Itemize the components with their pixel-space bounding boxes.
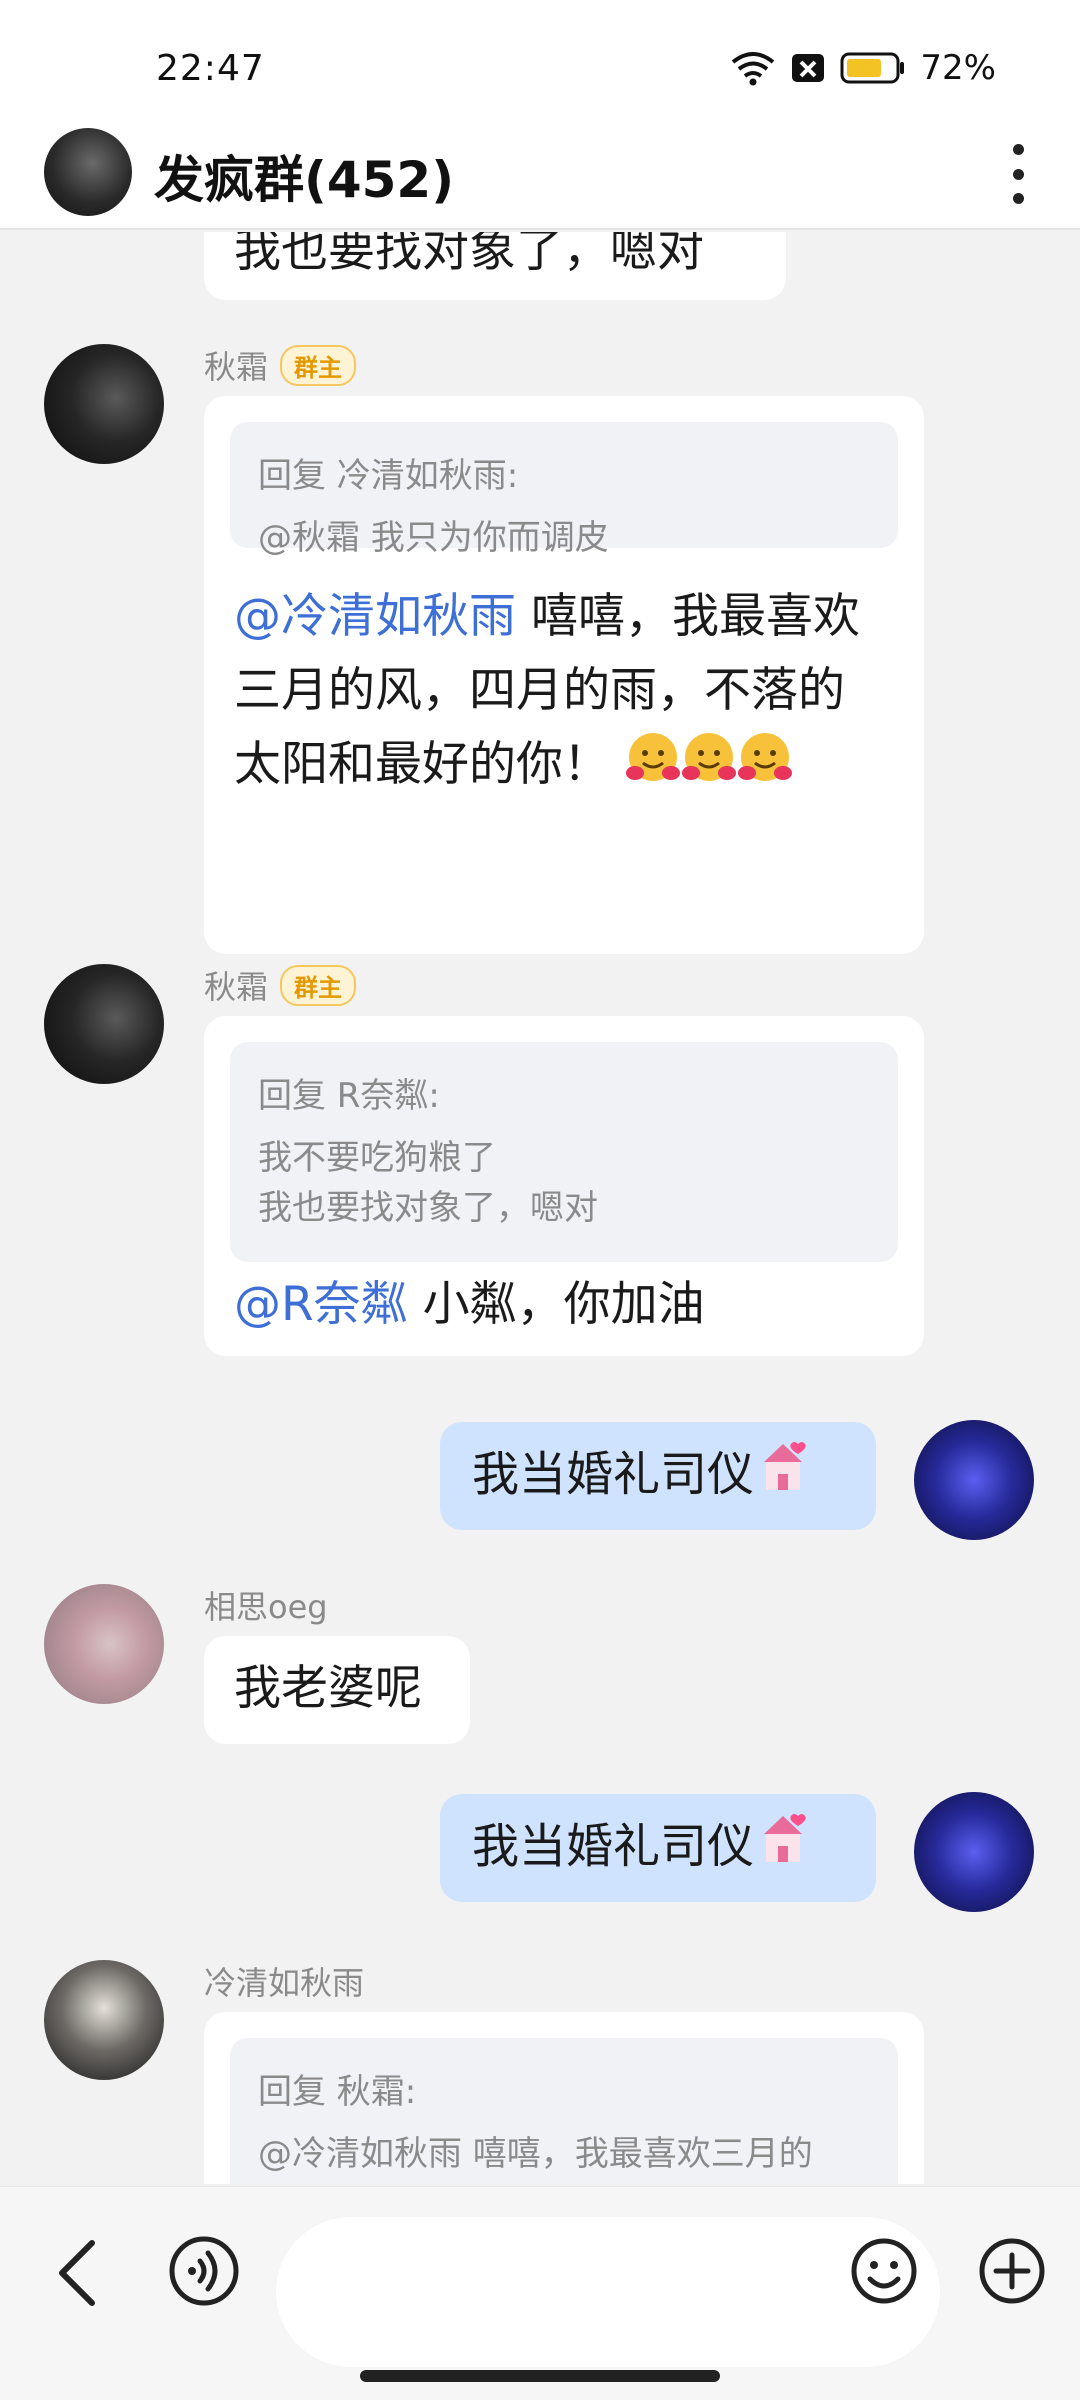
more-vertical-icon[interactable] (988, 138, 1048, 210)
message-bubble[interactable]: 我也要找对象了，嗯对 (204, 232, 786, 300)
chat-header: 发疯群(452) (0, 118, 1080, 230)
owner-badge: 群主 (280, 344, 357, 386)
status-icons: 72% (730, 48, 996, 88)
message-body: 小粼，你加油 (407, 1277, 705, 1332)
status-bar: 22:47 72% (0, 0, 1080, 118)
avatar[interactable] (914, 1792, 1034, 1912)
mention-link[interactable]: @R奈粼 (234, 1277, 408, 1332)
message-input[interactable] (276, 2217, 940, 2367)
message-text: @R奈粼 小粼，你加油 (234, 1268, 884, 1342)
message-bubble[interactable]: 回复 冷清如秋雨: @秋霜 我只为你而调皮 @冷清如秋雨 嘻嘻，我最喜欢三月的风… (204, 396, 924, 954)
plus-circle-icon[interactable] (976, 2235, 1048, 2311)
owner-badge: 群主 (280, 964, 357, 1006)
sender-name: 秋霜 群主 (204, 962, 357, 1008)
hugging-face-emoji (625, 729, 681, 807)
mention-link[interactable]: @冷清如秋雨 (234, 589, 516, 644)
battery-icon (840, 51, 906, 85)
message-text: 我老婆呢 (234, 1661, 422, 1716)
message-body: 我当婚礼司仪 (472, 1819, 754, 1875)
sender-label: 秋霜 (204, 348, 269, 386)
hugging-face-emoji (737, 729, 793, 807)
avatar[interactable] (44, 964, 164, 1084)
sender-name: 冷清如秋雨 (204, 1958, 364, 2004)
wedding-chapel-emoji (754, 1810, 812, 1890)
reply-quote-text: @秋霜 我只为你而调皮 (258, 518, 609, 558)
sender-name: 相思oeg (204, 1582, 328, 1628)
chat-messages[interactable]: 我也要找对象了，嗯对 秋霜 群主 回复 冷清如秋雨: @秋霜 我只为你而调皮 @… (0, 232, 1080, 2184)
group-avatar[interactable] (44, 128, 132, 216)
my-message-bubble[interactable]: 我当婚礼司仪 (440, 1422, 876, 1530)
smiley-icon[interactable] (848, 2235, 920, 2311)
chevron-left-icon[interactable] (48, 2233, 108, 2317)
message-bubble[interactable]: 回复 秋霜: @冷清如秋雨 嘻嘻，我最喜欢三月的 (204, 2012, 924, 2184)
status-time: 22:47 (156, 48, 265, 89)
sender-label: 冷清如秋雨 (204, 1964, 365, 2002)
avatar[interactable] (44, 344, 164, 464)
home-indicator[interactable] (360, 2370, 720, 2382)
message-body: 我当婚礼司仪 (472, 1447, 754, 1503)
message-text: 我当婚礼司仪 (472, 1438, 812, 1518)
my-message-bubble[interactable]: 我当婚礼司仪 (440, 1794, 876, 1902)
reply-quote[interactable]: 回复 冷清如秋雨: @秋霜 我只为你而调皮 (230, 422, 898, 558)
reply-quote[interactable]: 回复 秋霜: @冷清如秋雨 嘻嘻，我最喜欢三月的 (230, 2038, 898, 2184)
sender-label: 秋霜 (204, 968, 269, 1006)
avatar[interactable] (914, 1420, 1034, 1540)
wifi-icon (730, 50, 776, 86)
notification-icon (790, 50, 826, 86)
sender-label: 相思oeg (204, 1588, 328, 1626)
message-text: 我也要找对象了，嗯对 (234, 232, 704, 278)
wedding-chapel-emoji (754, 1438, 812, 1518)
reply-quote-title: 回复 秋霜: (258, 2072, 417, 2112)
reply-quote[interactable]: 回复 R奈粼: 我不要吃狗粮了 我也要找对象了，嗯对 (230, 1042, 898, 1262)
reply-quote-text: @冷清如秋雨 嘻嘻，我最喜欢三月的 (258, 2134, 813, 2174)
hugging-face-emoji (681, 729, 737, 807)
reply-quote-title: 回复 冷清如秋雨: (258, 456, 519, 496)
sender-name: 秋霜 群主 (204, 342, 357, 388)
input-bar (0, 2186, 1080, 2400)
battery-percent: 72% (920, 48, 996, 88)
voice-icon[interactable] (166, 2233, 242, 2313)
reply-quote-text: 我不要吃狗粮了 我也要找对象了，嗯对 (258, 1138, 598, 1228)
reply-quote-title: 回复 R奈粼: (258, 1076, 440, 1116)
message-text: @冷清如秋雨 嘻嘻，我最喜欢三月的风，四月的雨，不落的太阳和最好的你！ (234, 580, 884, 807)
message-bubble[interactable]: 我老婆呢 (204, 1636, 470, 1744)
message-text: 我当婚礼司仪 (472, 1810, 812, 1890)
avatar[interactable] (44, 1960, 164, 2080)
message-bubble[interactable]: 回复 R奈粼: 我不要吃狗粮了 我也要找对象了，嗯对 @R奈粼 小粼，你加油 (204, 1016, 924, 1356)
avatar[interactable] (44, 1584, 164, 1704)
group-title[interactable]: 发疯群(452) (154, 140, 454, 212)
